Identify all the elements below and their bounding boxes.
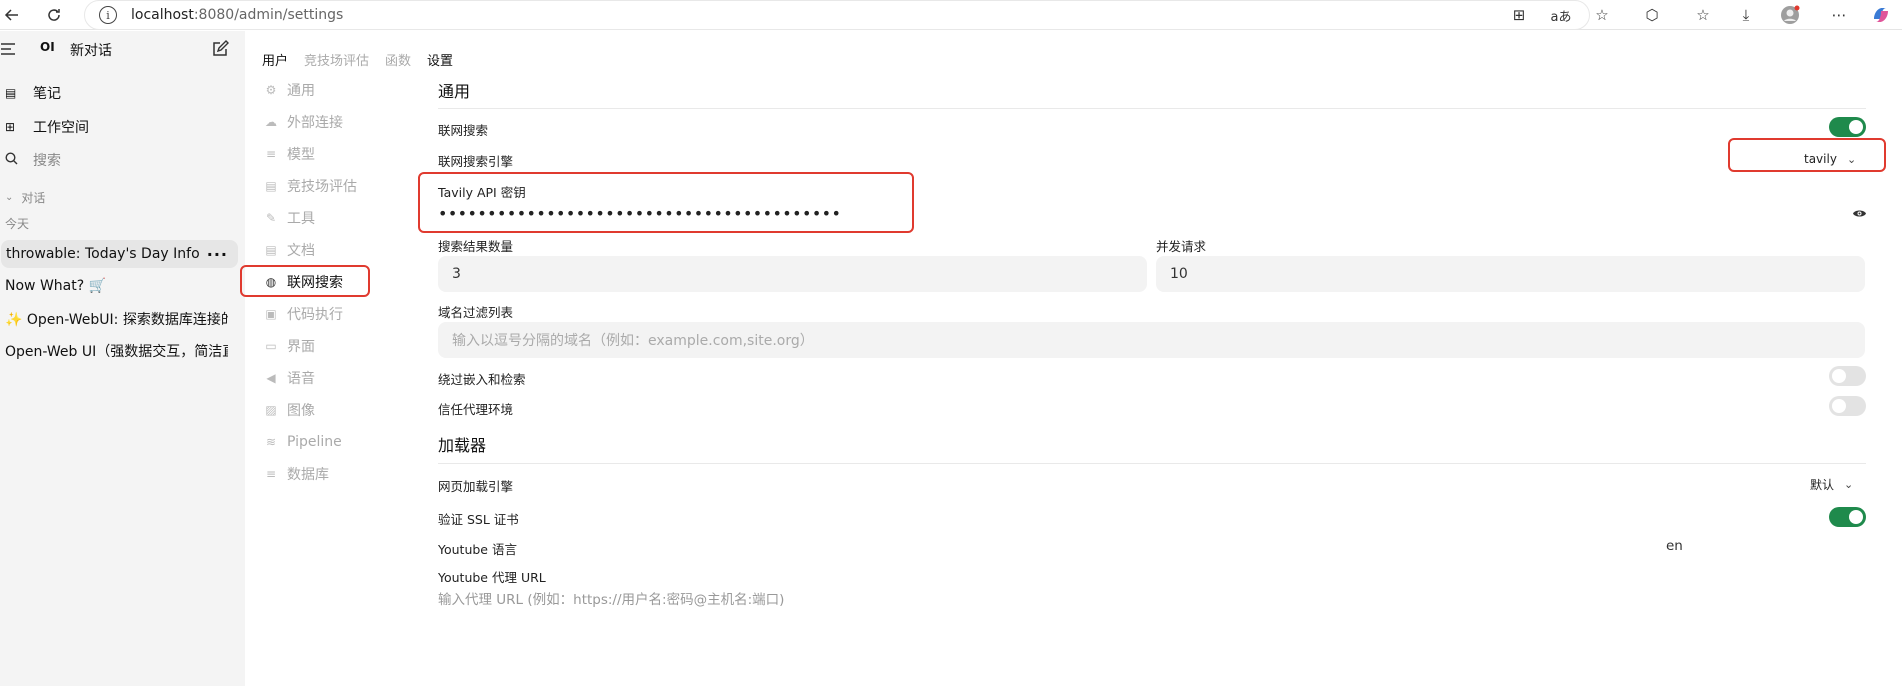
chevron-down-icon: ⌄: [1846, 152, 1857, 166]
notes-icon: ▤: [5, 86, 17, 100]
sidebar-item-workspace[interactable]: ⊞ 工作空间: [0, 113, 240, 141]
verify-ssl-toggle[interactable]: [1829, 507, 1866, 527]
youtube-language-label: Youtube 语言: [438, 542, 517, 557]
youtube-proxy-label: Youtube 代理 URL: [438, 570, 546, 585]
verify-ssl-label: 验证 SSL 证书: [438, 512, 519, 527]
url-text: localhost:8080/admin/settings: [131, 7, 344, 23]
favorites-list-icon[interactable]: ☆: [1692, 4, 1714, 26]
downloads-icon[interactable]: ⤓: [1735, 4, 1757, 26]
stack-icon: ≡: [265, 147, 277, 161]
youtube-language-input[interactable]: en: [1666, 538, 1683, 554]
chat-item[interactable]: Now What? 🛒: [0, 272, 240, 300]
web-search-label: 联网搜索: [438, 123, 489, 138]
chats-section-header[interactable]: ⌄ 对话: [0, 183, 240, 211]
globe-icon: ◍: [265, 275, 277, 289]
trust-proxy-label: 信任代理环境: [438, 402, 514, 417]
domain-filter-input[interactable]: 输入以逗号分隔的域名（例如：example.com,site.org）: [438, 322, 1865, 358]
show-password-eye-icon[interactable]: [1851, 205, 1867, 221]
monitor-icon: ▭: [265, 339, 277, 353]
profile-avatar-icon[interactable]: [1779, 4, 1801, 26]
trust-proxy-toggle[interactable]: [1829, 396, 1866, 416]
web-search-toggle[interactable]: [1829, 117, 1866, 137]
wrench-icon: ✎: [265, 211, 277, 225]
settings-nav-connections[interactable]: ☁ 外部连接: [264, 107, 390, 137]
settings-nav-images[interactable]: ▨ 图像: [264, 395, 390, 425]
settings-nav-arena[interactable]: ▤ 竞技场评估: [264, 171, 390, 201]
browser-toolbar: i localhost:8080/admin/settings ⊞ aあ ☆ ⬡…: [0, 0, 1902, 30]
database-icon: ≡: [265, 467, 277, 481]
settings-nav-interface[interactable]: ▭ 界面: [264, 331, 390, 361]
gear-icon: ⚙: [265, 83, 277, 97]
read-aloud-icon[interactable]: aあ: [1550, 4, 1572, 26]
split-screen-icon[interactable]: ⊞: [1508, 4, 1530, 26]
date-group-today: 今天: [5, 216, 30, 231]
new-chat-label[interactable]: 新对话: [70, 40, 112, 60]
tab-arena[interactable]: 竞技场评估: [304, 50, 369, 69]
terminal-icon: ▣: [265, 307, 277, 321]
settings-nav-models[interactable]: ≡ 模型: [264, 139, 390, 169]
chevron-down-icon: ⌄: [1844, 478, 1854, 491]
search-engine-label: 联网搜索引擎: [438, 154, 514, 169]
more-options-icon[interactable]: ···: [207, 245, 228, 264]
copilot-icon[interactable]: [1870, 4, 1892, 26]
more-options-icon[interactable]: ⋯: [1828, 4, 1850, 26]
favorite-star-icon[interactable]: ☆: [1591, 4, 1613, 26]
bypass-embedding-label: 绕过嵌入和检索: [438, 372, 526, 387]
chat-item[interactable]: Open-Web UI（强数据交互，简洁直: [0, 337, 228, 365]
tab-settings[interactable]: 设置: [427, 50, 453, 69]
sidebar-search[interactable]: 搜索: [0, 146, 240, 174]
settings-nav-tools[interactable]: ✎ 工具: [264, 203, 390, 233]
settings-nav-web-search[interactable]: ◍ 联网搜索: [264, 267, 390, 297]
layers-icon: ≋: [265, 435, 277, 449]
domain-filter-label: 域名过滤列表: [438, 305, 514, 320]
compose-icon[interactable]: [211, 39, 231, 59]
result-count-label: 搜索结果数量: [438, 239, 514, 254]
divider: [438, 108, 1866, 109]
result-count-input[interactable]: 3: [438, 256, 1147, 292]
settings-nav-documents[interactable]: ▤ 文档: [264, 235, 390, 265]
settings-nav-code-execution[interactable]: ▣ 代码执行: [264, 299, 390, 329]
search-engine-select[interactable]: tavily ⌄: [1804, 152, 1856, 166]
loader-engine-label: 网页加载引擎: [438, 479, 514, 494]
settings-nav-general[interactable]: ⚙ 通用: [264, 75, 390, 105]
cloud-icon: ☁: [265, 115, 277, 129]
document-icon: ▤: [265, 243, 277, 257]
section-title-loader: 加载器: [438, 436, 487, 455]
concurrent-requests-label: 并发请求: [1156, 239, 1207, 254]
tab-functions[interactable]: 函数: [385, 50, 411, 69]
bypass-embedding-toggle[interactable]: [1829, 366, 1866, 386]
chat-item[interactable]: throwable: Today's Day Info ···: [1, 240, 238, 268]
concurrent-requests-input[interactable]: 10: [1156, 256, 1865, 292]
workspace-icon: ⊞: [5, 120, 16, 134]
settings-nav-pipelines[interactable]: ≋ Pipeline: [264, 427, 390, 457]
search-icon: [5, 151, 19, 169]
speaker-icon: ◀: [266, 371, 276, 385]
extensions-icon[interactable]: ⬡: [1641, 4, 1663, 26]
settings-nav-audio[interactable]: ◀ 语音: [264, 363, 390, 393]
settings-nav-database[interactable]: ≡ 数据库: [264, 459, 390, 489]
chat-sidebar: OI 新对话 ▤ 笔记 ⊞ 工作空间 搜索 ⌄ 对话 今天 throwable:…: [0, 31, 245, 686]
sidebar-item-notes[interactable]: ▤ 笔记: [0, 79, 240, 107]
chevron-down-icon: ⌄: [5, 191, 14, 203]
youtube-proxy-input[interactable]: 输入代理 URL (例如：https://用户名:密码@主机名:端口): [438, 588, 784, 608]
admin-tabs: 用户 竞技场评估 函数 设置: [262, 50, 469, 69]
address-bar[interactable]: i localhost:8080/admin/settings: [84, 0, 1590, 30]
app-logo: OI: [40, 40, 55, 54]
image-icon: ▨: [265, 403, 277, 417]
site-info-icon[interactable]: i: [99, 6, 117, 24]
menu-icon[interactable]: [0, 40, 20, 58]
reload-icon[interactable]: [42, 3, 66, 27]
tab-users[interactable]: 用户: [262, 50, 288, 69]
api-key-input[interactable]: ••••••••••••••••••••••••••••••••••••••••…: [438, 204, 841, 223]
back-arrow-icon[interactable]: [0, 3, 24, 27]
loader-engine-select[interactable]: 默认 ⌄: [1810, 476, 1853, 493]
api-key-label: Tavily API 密钥: [438, 185, 526, 200]
document-icon: ▤: [265, 179, 277, 193]
section-title-general: 通用: [438, 82, 471, 101]
chat-item[interactable]: ✨ Open-WebUI: 探索数据库连接的: [0, 305, 228, 333]
divider: [438, 463, 1866, 464]
